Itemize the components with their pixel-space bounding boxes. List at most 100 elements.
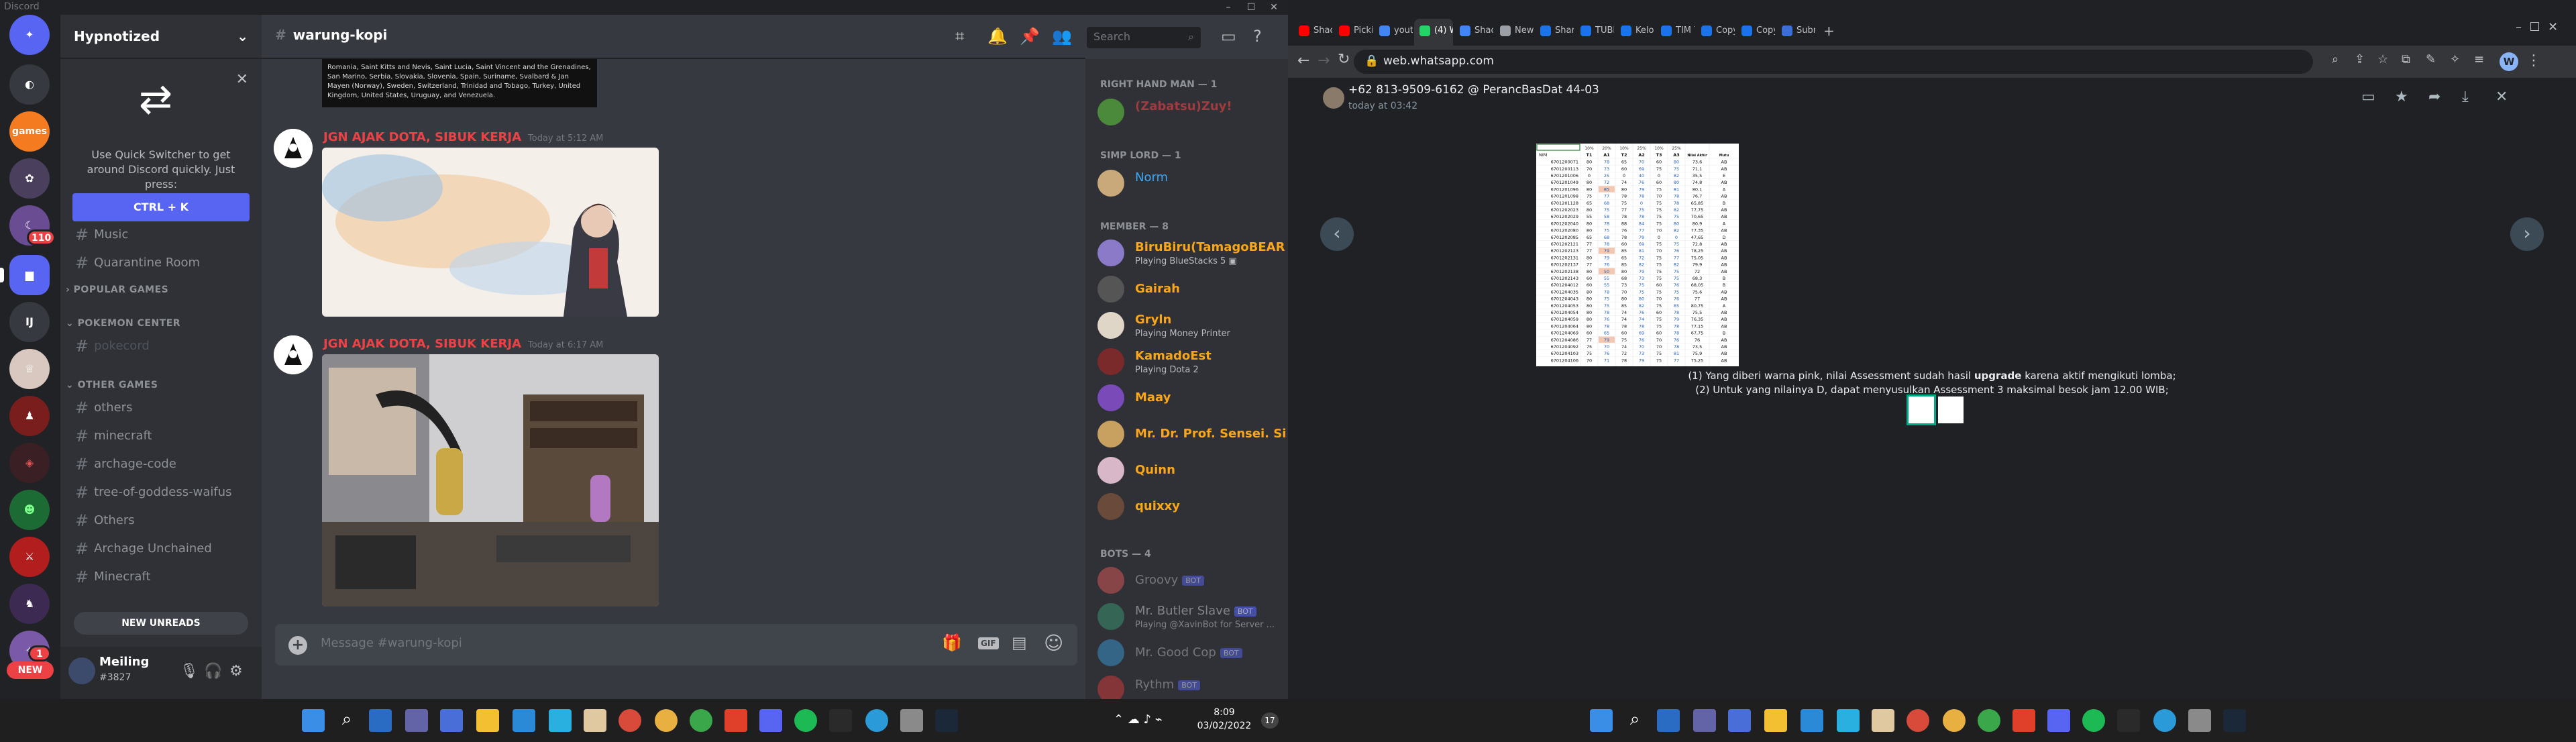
home-icon[interactable]: ✦ bbox=[9, 15, 50, 55]
avatar[interactable] bbox=[274, 335, 313, 374]
message-image-artwork[interactable] bbox=[322, 148, 659, 317]
avatar[interactable] bbox=[68, 657, 95, 684]
avatar[interactable] bbox=[1323, 87, 1344, 109]
folder-icon[interactable]: ▆ bbox=[9, 255, 50, 295]
zoom-icon[interactable] bbox=[1728, 709, 1751, 732]
spotify-icon[interactable] bbox=[2082, 709, 2105, 732]
task-view-icon[interactable] bbox=[1657, 709, 1680, 732]
emoji-icon[interactable]: ☺ bbox=[1044, 632, 1063, 654]
tray-icons[interactable]: ⌃ ☁ ♪ ⌁ bbox=[1114, 712, 1163, 727]
chrome-icon[interactable] bbox=[1907, 709, 1929, 732]
extension-icon[interactable]: ⧉ bbox=[2402, 52, 2410, 66]
browser-tab[interactable]: Pickin bbox=[1334, 19, 1373, 46]
bell-icon[interactable]: 🔔 bbox=[987, 27, 1008, 46]
discord-icon[interactable] bbox=[759, 709, 782, 732]
member-row[interactable]: Rythm BOT bbox=[1097, 672, 1285, 699]
menu-icon[interactable]: ⋮ bbox=[2526, 52, 2541, 69]
member-row[interactable]: quixxy bbox=[1097, 490, 1285, 525]
clock[interactable]: 8:09 03/02/2022 bbox=[1194, 706, 1254, 733]
member-row[interactable]: Mr. Good Cop BOT bbox=[1097, 636, 1285, 671]
star-icon[interactable]: ★ bbox=[2395, 89, 2408, 105]
channel-tree-of-goddess-waifus[interactable]: # tree-of-goddess-waifus bbox=[66, 479, 256, 506]
browser-tab[interactable]: (4) W bbox=[1414, 19, 1453, 46]
app-icon[interactable] bbox=[2012, 709, 2035, 732]
members-icon[interactable]: 👥 bbox=[1052, 27, 1072, 46]
avatar[interactable] bbox=[274, 129, 313, 168]
reload-icon[interactable]: ↻ bbox=[1338, 51, 1350, 68]
server-header[interactable]: Hypnotized ⌄ bbox=[60, 15, 262, 59]
channel-quarantine-room[interactable]: # Quarantine Room bbox=[66, 250, 256, 276]
windows-start-icon[interactable] bbox=[1590, 709, 1613, 732]
steam-icon[interactable] bbox=[2223, 709, 2246, 732]
add-attachment-icon[interactable]: + bbox=[288, 636, 307, 655]
category-other-games[interactable]: ⌄ OTHER GAMES bbox=[66, 380, 158, 390]
member-row[interactable]: Norm bbox=[1097, 166, 1285, 201]
chat-icon[interactable]: ▭ bbox=[2361, 89, 2375, 105]
gear-icon[interactable]: ⚙ bbox=[229, 663, 243, 680]
server-ij-icon[interactable]: IJ bbox=[9, 302, 50, 342]
browser-tab[interactable]: Copy bbox=[1696, 19, 1735, 46]
server-icon[interactable]: ◐ bbox=[9, 64, 50, 105]
member-row[interactable]: Gryln Playing Money Printer bbox=[1097, 309, 1285, 343]
spotify-icon[interactable] bbox=[794, 709, 817, 732]
member-row[interactable]: Groovy BOT bbox=[1097, 564, 1285, 598]
member-row[interactable]: KamadoEst Playing Dota 2 bbox=[1097, 345, 1285, 380]
extensions-icon[interactable]: ✧ bbox=[2450, 52, 2460, 66]
app-icon[interactable] bbox=[1837, 709, 1860, 732]
member-row[interactable]: (Zabatsu)Zuy! bbox=[1097, 95, 1285, 130]
zoom-icon[interactable]: ⌕ bbox=[2332, 52, 2339, 66]
app-icon[interactable] bbox=[584, 709, 606, 732]
new-unreads-pill[interactable]: NEW UNREADS bbox=[74, 612, 248, 635]
server-icon[interactable]: ☻ bbox=[9, 490, 50, 530]
next-arrow-icon[interactable]: › bbox=[2510, 217, 2544, 251]
member-row[interactable]: BiruBiru(TamagoBEAR) Playing BlueStacks 5… bbox=[1097, 236, 1285, 271]
quick-switcher-button[interactable]: CTRL + K bbox=[72, 193, 250, 221]
search-icon[interactable]: ⌕ bbox=[335, 709, 358, 732]
back-icon[interactable]: ← bbox=[1297, 52, 1309, 69]
profile-avatar[interactable]: W bbox=[2500, 52, 2518, 71]
chrome-icon[interactable] bbox=[1943, 709, 1966, 732]
search-icon[interactable]: ⌕ bbox=[1623, 709, 1646, 732]
browser-tab[interactable]: Shado bbox=[1293, 19, 1332, 46]
window-controls[interactable]: – ☐ ✕ bbox=[2516, 20, 2558, 34]
edge-icon[interactable] bbox=[2153, 709, 2176, 732]
edge-icon[interactable] bbox=[865, 709, 888, 732]
discord-icon[interactable] bbox=[2047, 709, 2070, 732]
gift-icon[interactable]: 🎁 bbox=[942, 633, 962, 652]
notification-badge[interactable]: 17 bbox=[1261, 712, 1279, 729]
browser-tab[interactable]: Copy bbox=[1736, 19, 1775, 46]
channel-minecraft[interactable]: # minecraft bbox=[66, 423, 256, 449]
category-pokemon-center[interactable]: ⌄ POKEMON CENTER bbox=[66, 318, 180, 329]
settings-icon[interactable] bbox=[2188, 709, 2211, 732]
sticker-icon[interactable]: ▤ bbox=[1012, 633, 1027, 652]
server-icon[interactable]: ✿ bbox=[9, 158, 50, 199]
browser-tab[interactable]: Share bbox=[1535, 19, 1574, 46]
chrome-icon[interactable] bbox=[655, 709, 678, 732]
gif-icon[interactable]: GIF bbox=[978, 637, 999, 649]
epic-games-icon[interactable] bbox=[2117, 709, 2140, 732]
search-input[interactable]: Search ⌕ bbox=[1087, 27, 1201, 48]
member-row[interactable]: Gairah bbox=[1097, 272, 1285, 307]
message-input[interactable]: Message #warung-kopi bbox=[321, 636, 462, 650]
app-icon[interactable] bbox=[1872, 709, 1894, 732]
file-explorer-icon[interactable] bbox=[1764, 709, 1787, 732]
epic-games-icon[interactable] bbox=[829, 709, 852, 732]
browser-tab[interactable]: youtu bbox=[1374, 19, 1413, 46]
forward-icon[interactable]: ➦ bbox=[2428, 89, 2440, 105]
help-icon[interactable]: ? bbox=[1253, 27, 1262, 46]
windows-start-icon[interactable] bbox=[302, 709, 325, 732]
app-icon[interactable] bbox=[724, 709, 747, 732]
browser-tab[interactable]: TIM T bbox=[1656, 19, 1695, 46]
channel-others[interactable]: # others bbox=[66, 394, 256, 421]
media-thumbnail-selected[interactable] bbox=[1907, 394, 1936, 425]
close-icon[interactable]: ✕ bbox=[2496, 89, 2508, 105]
channel-music[interactable]: # Music bbox=[66, 221, 256, 248]
channel-pokecord[interactable]: # pokecord bbox=[66, 333, 256, 360]
chrome-icon[interactable] bbox=[619, 709, 641, 732]
vscode-icon[interactable] bbox=[1801, 709, 1823, 732]
maximize-button[interactable]: ☐ bbox=[1240, 0, 1263, 15]
server-icon[interactable]: ♟ bbox=[9, 396, 50, 436]
close-button[interactable]: ✕ bbox=[1263, 0, 1285, 15]
server-icon[interactable]: ♕ bbox=[9, 349, 50, 389]
app-icon[interactable] bbox=[549, 709, 572, 732]
